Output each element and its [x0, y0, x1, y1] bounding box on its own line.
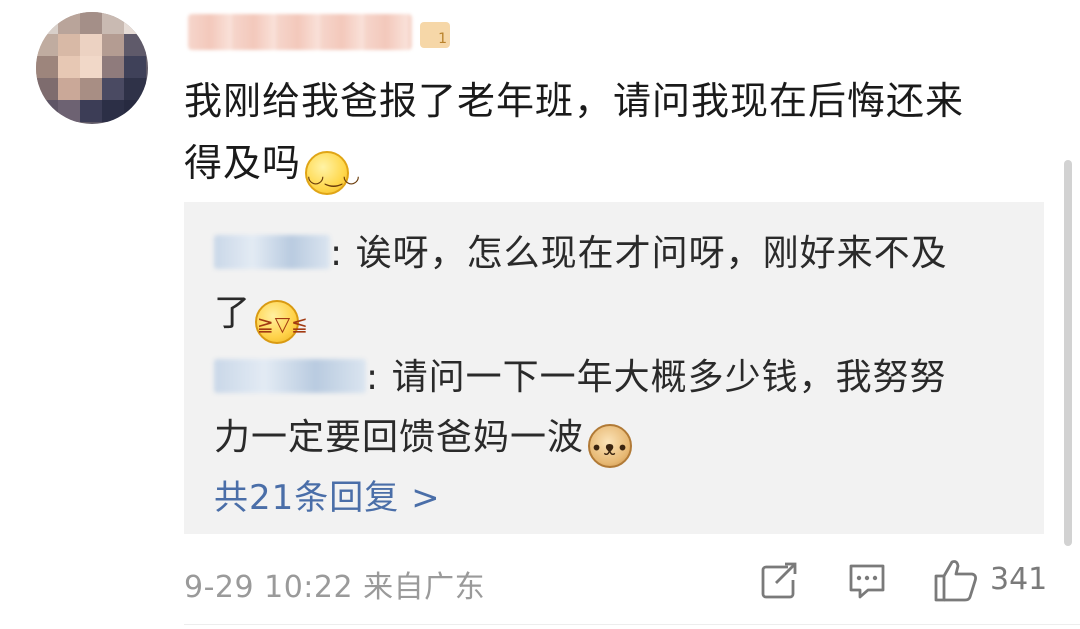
divider: [184, 624, 1080, 625]
comment-body: 我刚给我爸报了老年班，请问我现在后悔还来 得及吗 ◡‿◡: [184, 70, 1044, 195]
comment-button[interactable]: [846, 556, 888, 604]
reply-separator: :: [366, 357, 392, 398]
comment-location: 来自广东: [363, 570, 486, 605]
thumbs-up-icon: [934, 560, 977, 602]
comment-card: 1 我刚给我爸报了老年班，请问我现在后悔还来 得及吗 ◡‿◡ : 诶呀，怎么现在才…: [0, 0, 1080, 629]
share-icon: [761, 562, 797, 599]
reply-text-wrap: 力一定要回馈爸妈一波: [214, 417, 585, 458]
reply-separator: :: [330, 233, 356, 274]
comment-line-1: 我刚给我爸报了老年班，请问我现在后悔还来: [184, 79, 965, 123]
scrollbar[interactable]: [1064, 160, 1072, 546]
reply-text-wrap: 了: [214, 293, 252, 334]
username-redacted[interactable]: [188, 14, 412, 50]
user-level-badge: 1: [420, 22, 450, 48]
reply-item[interactable]: : 请问一下一年大概多少钱，我努努 力一定要回馈爸妈一波 •ᴥ•: [214, 348, 1014, 468]
doge-emoji-icon: •ᴥ•: [588, 424, 633, 468]
comment-timestamp: 9-29 10:22: [184, 570, 354, 605]
comment-line-2: 得及吗 ◡‿◡: [184, 132, 1044, 195]
reply-username-redacted[interactable]: [214, 235, 330, 269]
reply-text: 诶呀，怎么现在才问呀，刚好来不及: [355, 233, 948, 274]
replies-panel[interactable]: : 诶呀，怎么现在才问呀，刚好来不及 了 ≧▽≦ : 请问一下一年大概多少钱，我努…: [184, 202, 1044, 534]
reply-item[interactable]: : 诶呀，怎么现在才问呀，刚好来不及 了 ≧▽≦: [214, 224, 1014, 344]
smug-grin-emoji-icon: ◡‿◡: [305, 151, 360, 195]
share-button[interactable]: [758, 556, 800, 604]
comment-line-2-text: 得及吗: [184, 141, 302, 185]
reply-username-redacted[interactable]: [214, 359, 366, 393]
view-all-replies-link[interactable]: 共21条回复 >: [214, 470, 441, 519]
like-count: 341: [990, 562, 1048, 597]
reply-text: 请问一下一年大概多少钱，我努努: [391, 357, 947, 398]
laugh-cry-emoji-icon: ≧▽≦: [255, 300, 308, 344]
like-button[interactable]: 341: [932, 556, 1048, 604]
comment-meta: 9-29 10:22 来自广东: [184, 562, 485, 606]
avatar[interactable]: [36, 12, 148, 124]
comment-icon: [849, 564, 885, 599]
